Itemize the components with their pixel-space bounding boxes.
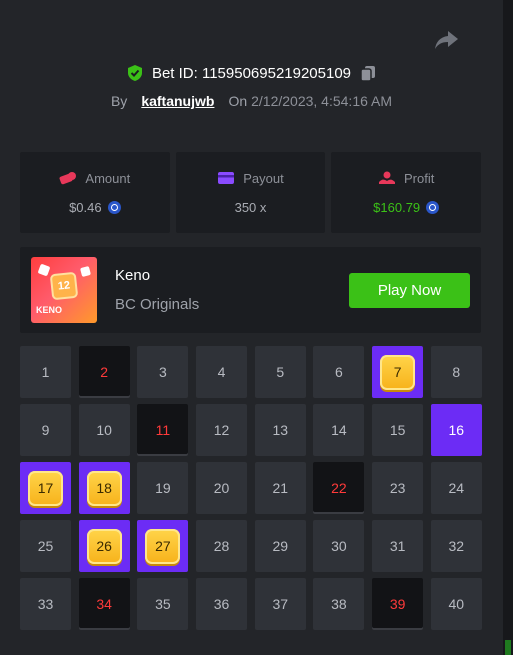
keno-tile: 8 xyxy=(430,346,482,398)
keno-tile: 3 xyxy=(137,346,189,398)
keno-tile: 27 xyxy=(137,520,189,572)
keno-tile: 22 xyxy=(313,462,365,514)
payout-label: Payout xyxy=(243,170,284,186)
keno-tile: 6 xyxy=(313,346,365,398)
scrollbar-strip[interactable] xyxy=(503,0,513,655)
on-label: On xyxy=(228,93,248,109)
profit-icon xyxy=(379,171,395,184)
bet-details-panel: Bet ID: 115950695219205109 By kaftanujwb… xyxy=(0,0,503,655)
gem-icon: 27 xyxy=(145,528,181,564)
gem-icon: 26 xyxy=(86,528,122,564)
keno-tile: 33 xyxy=(20,578,71,630)
game-name: Keno xyxy=(115,267,151,284)
keno-tile: 19 xyxy=(137,462,189,514)
keno-tile: 5 xyxy=(254,346,306,398)
coin-icon xyxy=(107,200,121,214)
keno-tile: 24 xyxy=(430,462,482,514)
keno-tile: 20 xyxy=(196,462,248,514)
amount-value: $0.46 xyxy=(69,199,102,215)
bet-id-row: Bet ID: 115950695219205109 xyxy=(0,60,503,86)
keno-tile: 35 xyxy=(137,578,189,630)
keno-tile: 10 xyxy=(78,404,130,456)
keno-tile: 9 xyxy=(20,404,71,456)
copy-icon[interactable] xyxy=(359,64,377,82)
keno-tile: 13 xyxy=(254,404,306,456)
keno-tile: 29 xyxy=(254,520,306,572)
thumb-logo-text: KENO xyxy=(36,305,63,315)
gem-icon: 18 xyxy=(86,470,122,506)
keno-tile: 38 xyxy=(313,578,365,630)
profit-label: Profit xyxy=(404,170,435,186)
amount-stat: Amount $0.46 xyxy=(20,152,170,233)
coin-icon xyxy=(426,200,440,214)
keno-tile: 2 xyxy=(78,346,130,398)
keno-tile: 30 xyxy=(313,520,365,572)
keno-board: 1 2 3 4 5 6 7 8 9 10 11 12 13 14 15 16 17 18 19 20 21 22 23 24 2… xyxy=(20,346,482,630)
thumb-ball-number: 12 xyxy=(49,271,79,301)
keno-tile: 34 xyxy=(78,578,130,630)
profit-stat: Profit $160.79 xyxy=(331,152,482,233)
shield-check-icon xyxy=(127,65,142,81)
chips-icon xyxy=(59,172,77,185)
bet-id: Bet ID: 115950695219205109 xyxy=(151,64,352,82)
profit-value: $160.79 xyxy=(373,199,421,215)
share-button[interactable] xyxy=(432,28,460,52)
payout-stat: Payout 350 x xyxy=(175,152,326,233)
keno-tile: 1 xyxy=(20,346,71,398)
amount-label: Amount xyxy=(85,170,131,186)
keno-tile: 16 xyxy=(430,404,482,456)
game-card: 12 KENO Keno BC Originals Play Now xyxy=(20,247,481,333)
bet-meta-row: By kaftanujwb On 2/12/2023, 4:54:16 AM xyxy=(0,89,503,113)
keno-tile: 40 xyxy=(430,578,482,630)
keno-game-thumbnail[interactable]: 12 KENO xyxy=(31,257,97,323)
keno-tile: 32 xyxy=(430,520,482,572)
play-now-button[interactable]: Play Now xyxy=(349,273,470,308)
share-icon xyxy=(435,31,458,49)
keno-tile: 39 xyxy=(372,578,424,630)
bet-date: 2/12/2023, 4:54:16 AM xyxy=(251,93,393,109)
keno-tile: 25 xyxy=(20,520,71,572)
by-label: By xyxy=(110,93,128,109)
card-icon xyxy=(218,172,235,184)
keno-tile: 7 xyxy=(372,346,424,398)
keno-tile: 18 xyxy=(78,462,130,514)
keno-tile: 15 xyxy=(372,404,424,456)
keno-tile: 37 xyxy=(254,578,306,630)
keno-tile: 28 xyxy=(196,520,248,572)
keno-tile: 36 xyxy=(196,578,248,630)
keno-tile: 21 xyxy=(254,462,306,514)
gem-icon: 7 xyxy=(380,354,416,390)
username-link[interactable]: kaftanujwb xyxy=(141,93,214,109)
keno-tile: 17 xyxy=(20,462,71,514)
keno-tile: 31 xyxy=(372,520,424,572)
keno-tile: 11 xyxy=(137,404,189,456)
keno-tile: 12 xyxy=(196,404,248,456)
gem-icon: 17 xyxy=(28,470,63,506)
bet-stats: Amount $0.46 Payout 350 x Profit $160.79 xyxy=(20,152,482,233)
payout-value: 350 x xyxy=(234,199,267,215)
keno-tile: 26 xyxy=(78,520,130,572)
keno-tile: 4 xyxy=(196,346,248,398)
keno-tile: 23 xyxy=(372,462,424,514)
game-provider: BC Originals xyxy=(115,296,200,313)
keno-tile: 14 xyxy=(313,404,365,456)
